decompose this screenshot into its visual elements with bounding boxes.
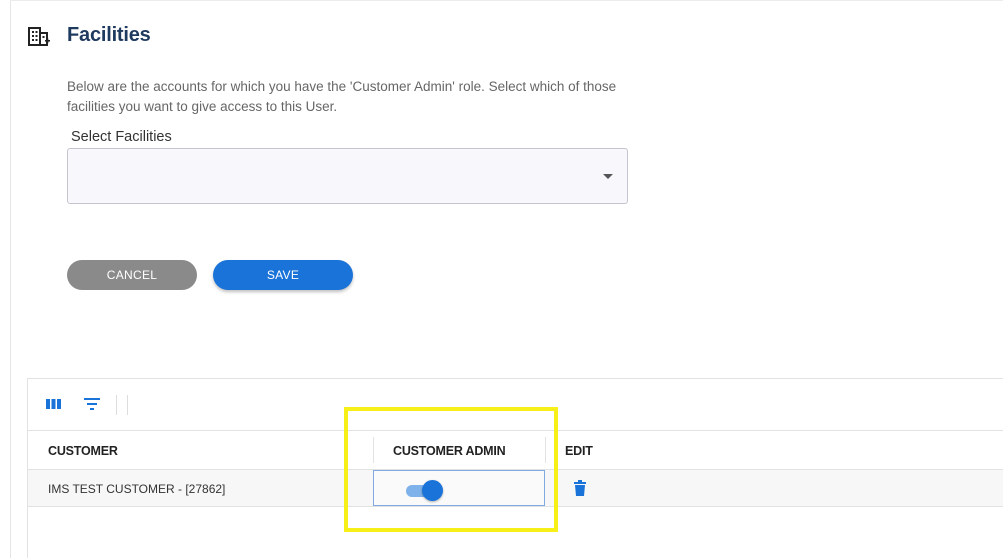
highlight-box xyxy=(344,407,558,532)
save-button[interactable]: SAVE xyxy=(213,260,353,290)
toolbar-divider xyxy=(116,395,117,415)
select-facilities-dropdown[interactable] xyxy=(67,148,628,204)
column-header-edit[interactable]: EDIT xyxy=(565,431,593,470)
trash-icon[interactable] xyxy=(573,480,587,501)
select-facilities-label: Select Facilities xyxy=(71,129,172,145)
page-description: Below are the accounts for which you hav… xyxy=(67,79,617,114)
page-top-border xyxy=(10,0,1003,1)
chevron-down-icon xyxy=(603,174,613,179)
toolbar-divider xyxy=(127,395,128,415)
column-header-customer[interactable]: CUSTOMER xyxy=(48,431,118,470)
cancel-button[interactable]: CANCEL xyxy=(67,260,197,290)
page-left-border xyxy=(10,0,11,558)
columns-icon[interactable] xyxy=(46,397,62,415)
filter-icon[interactable] xyxy=(84,397,100,416)
page-header: Facilities xyxy=(28,24,151,47)
building-add-icon xyxy=(28,25,50,47)
page-title: Facilities xyxy=(67,24,151,46)
customer-cell: IMS TEST CUSTOMER - [27862] xyxy=(48,481,226,496)
